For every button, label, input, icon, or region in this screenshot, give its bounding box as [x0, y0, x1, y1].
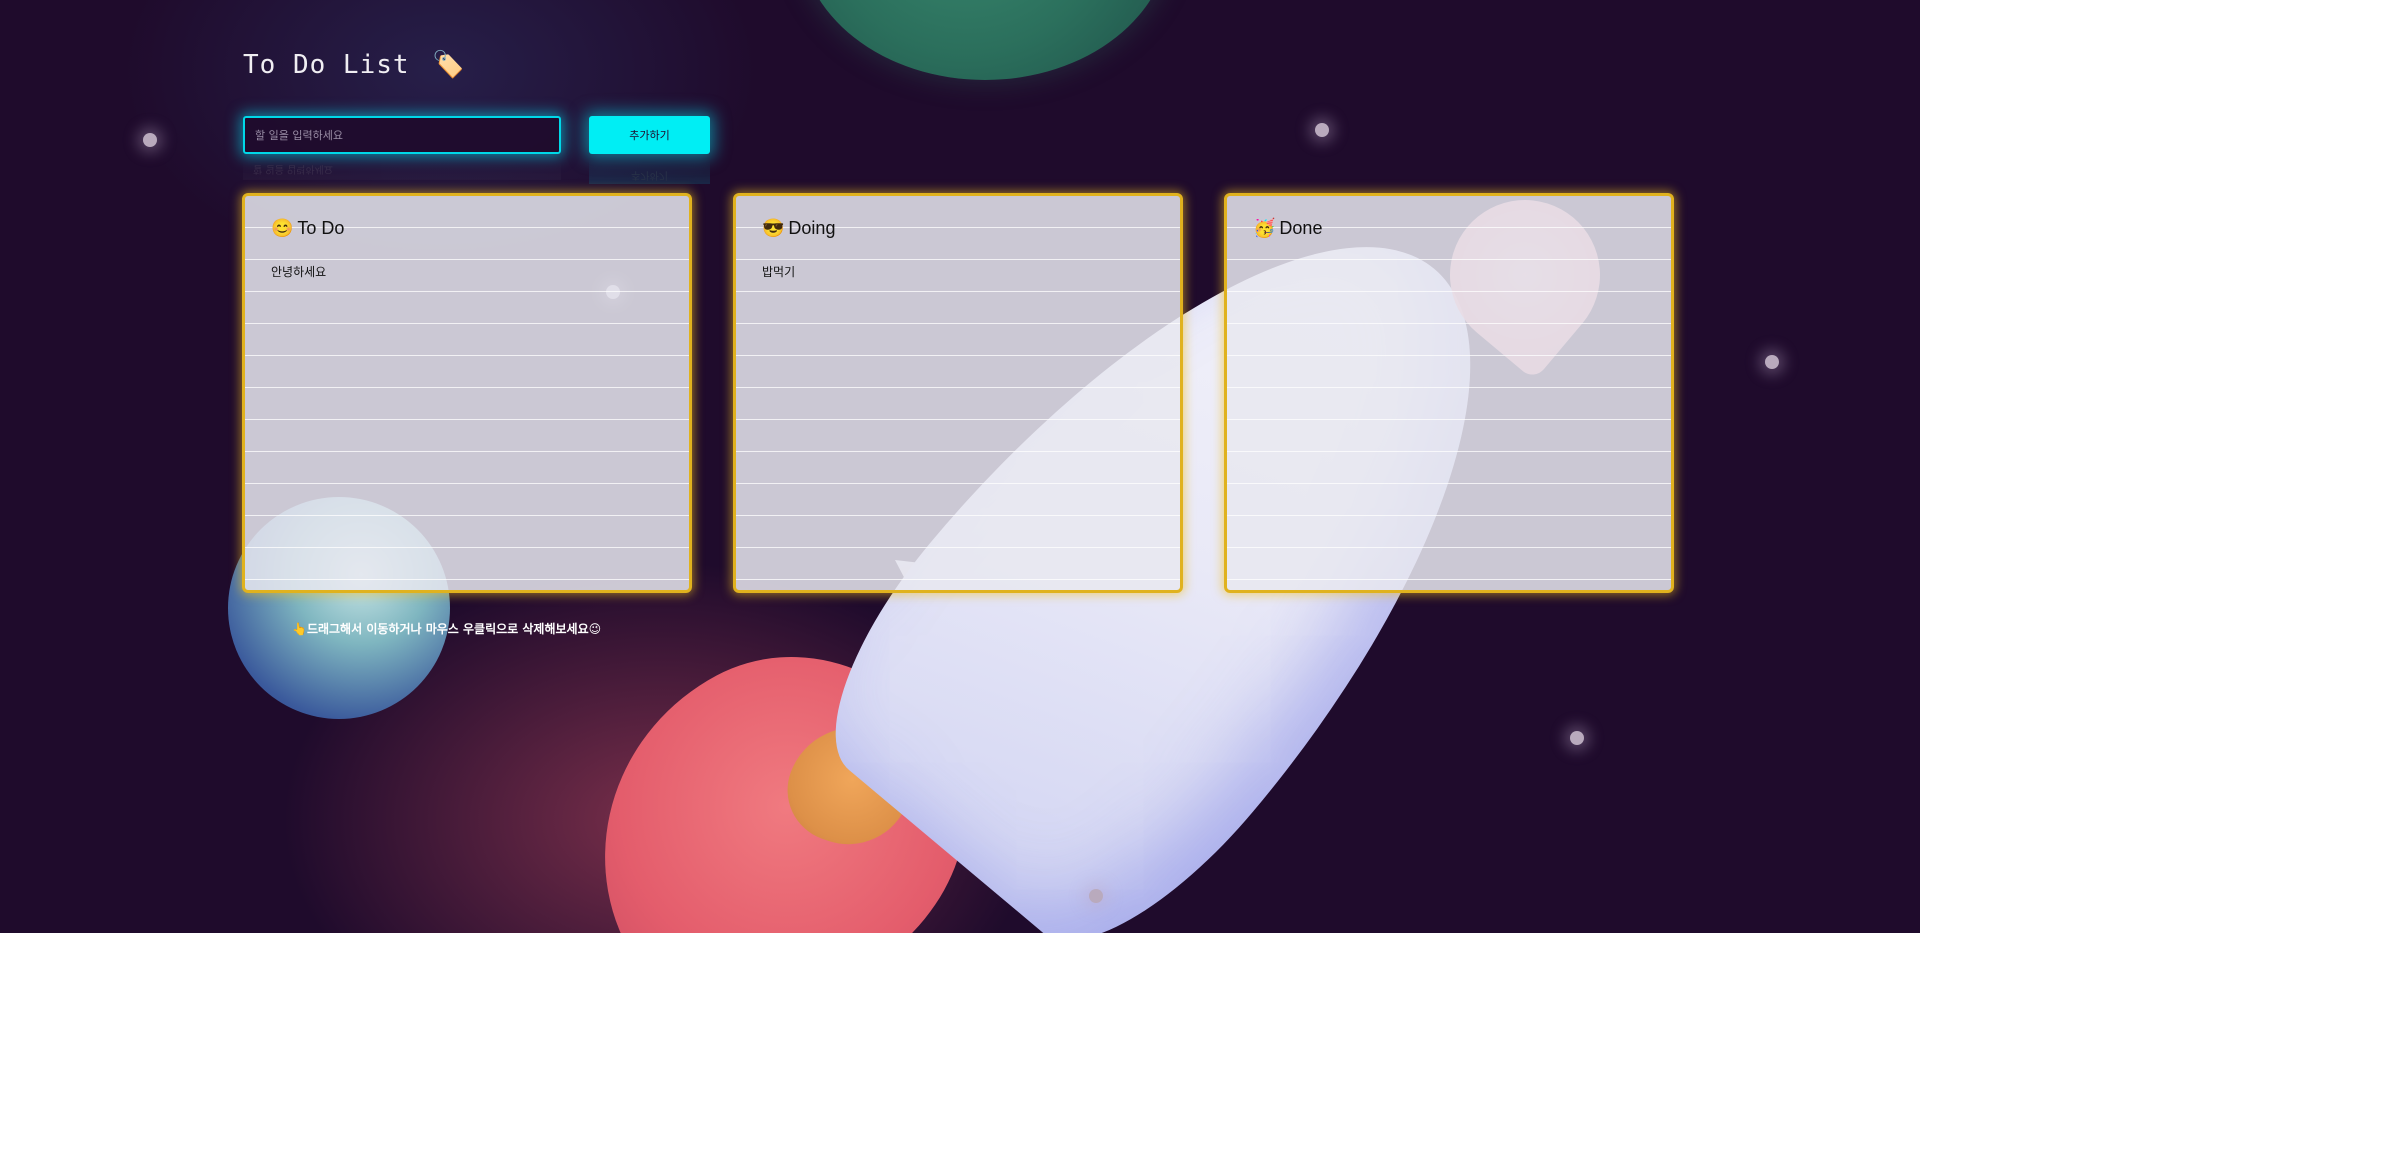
smile-emoji-icon: 😊: [271, 218, 294, 238]
board-done-header: 🥳 Done: [1253, 218, 1322, 239]
button-reflection: 추가하기: [589, 158, 710, 184]
board-todo-title: To Do: [297, 218, 345, 238]
party-emoji-icon: 🥳: [1253, 218, 1276, 238]
input-reflection: 할 일을 입력하세요: [243, 158, 561, 180]
board-done[interactable]: 🥳 Done: [1224, 193, 1674, 593]
page-title-text: To Do List: [243, 50, 410, 80]
board-todo-list: 안녕하세요: [271, 264, 326, 296]
sunglasses-emoji-icon: 😎: [762, 218, 785, 238]
todo-item[interactable]: 안녕하세요: [271, 264, 326, 296]
todo-input[interactable]: [243, 116, 561, 154]
star-decoration: [1570, 731, 1584, 745]
green-planet-illustration: [800, 0, 1170, 80]
tag-icon: 🏷️: [432, 50, 466, 80]
board-todo[interactable]: 😊 To Do 안녕하세요: [242, 193, 692, 593]
board-done-title: Done: [1279, 218, 1323, 238]
star-decoration: [1315, 123, 1329, 137]
board-doing-title: Doing: [788, 218, 836, 238]
todo-item[interactable]: 밥먹기: [762, 264, 795, 296]
page-title: To Do List 🏷️: [243, 50, 466, 80]
star-decoration: [1089, 889, 1103, 903]
board-doing[interactable]: 😎 Doing 밥먹기: [733, 193, 1183, 593]
add-button[interactable]: 추가하기: [589, 116, 710, 154]
board-todo-header: 😊 To Do: [271, 218, 344, 239]
star-decoration: [143, 133, 157, 147]
star-decoration: [1765, 355, 1779, 369]
board-doing-list: 밥먹기: [762, 264, 795, 296]
usage-hint: 👆드래그해서 이동하거나 마우스 우클릭으로 삭제해보세요😉: [292, 622, 602, 636]
board-doing-header: 😎 Doing: [762, 218, 835, 239]
app-background: To Do List 🏷️ 추가하기 할 일을 입력하세요 추가하기 😊To D…: [0, 0, 1920, 933]
